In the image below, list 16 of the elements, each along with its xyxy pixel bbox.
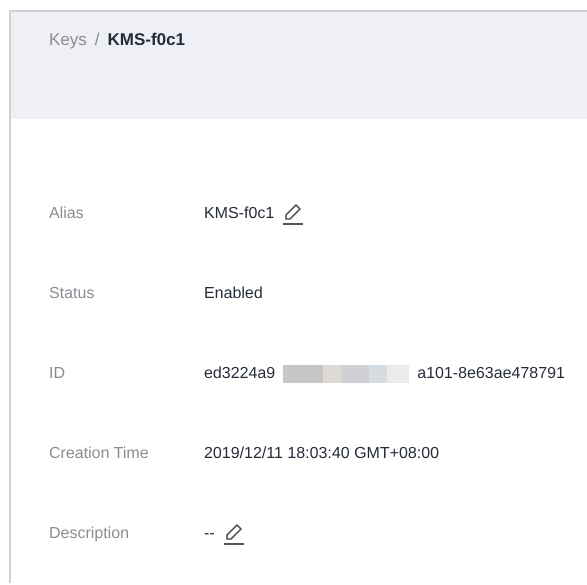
breadcrumb-link[interactable]: Keys	[49, 30, 87, 50]
field-value: 2019/12/11 18:03:40 GMT+08:00	[204, 445, 439, 463]
edit-icon[interactable]	[222, 522, 245, 546]
field-label: Description	[49, 525, 130, 543]
field-label: ID	[49, 365, 66, 383]
breadcrumb-separator: /	[94, 30, 100, 50]
field-value: a101-8e63ae478791	[417, 365, 565, 383]
field-label: Alias	[49, 205, 85, 223]
field-label: Creation Time	[49, 445, 150, 463]
field-label: Status	[49, 285, 96, 303]
field-value: ed3224a9	[204, 365, 276, 383]
field-value: --	[204, 525, 215, 543]
breadcrumb-current: KMS-f0c1	[108, 30, 185, 50]
edit-icon[interactable]	[282, 202, 304, 226]
field-value: KMS-f0c1	[204, 205, 274, 223]
field-value: Enabled	[204, 285, 263, 303]
